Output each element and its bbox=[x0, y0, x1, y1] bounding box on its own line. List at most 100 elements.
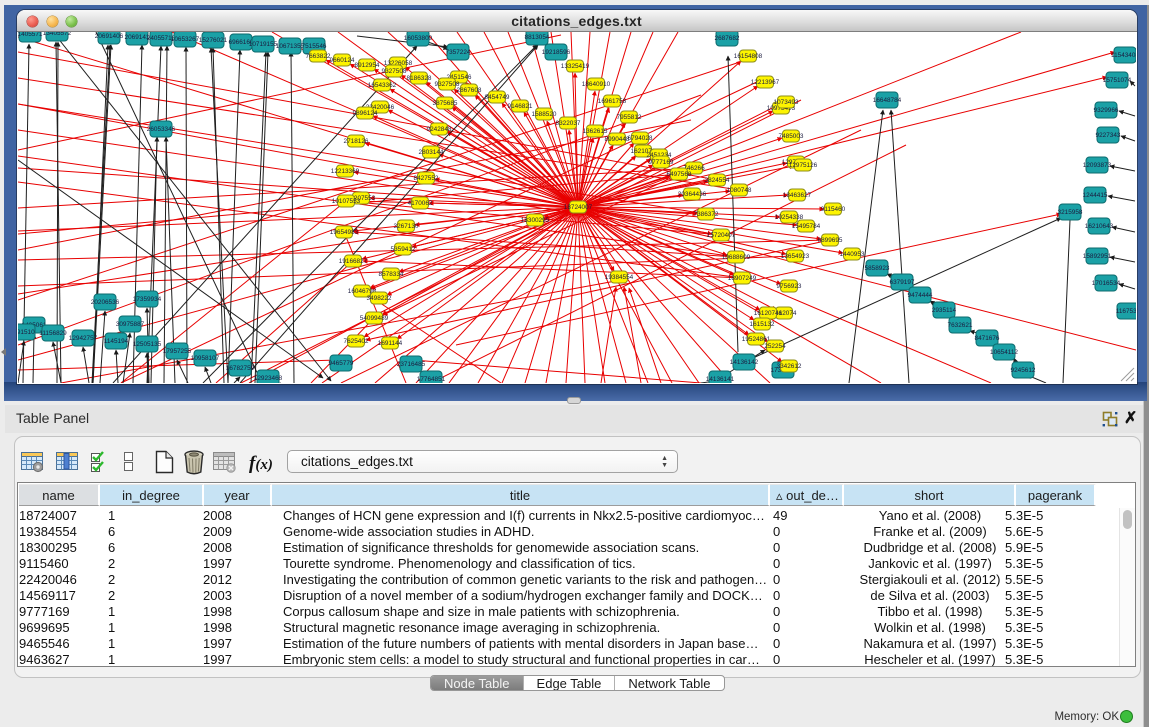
svg-text:1244415: 1244415 bbox=[1082, 192, 1107, 199]
svg-text:3215958: 3215958 bbox=[1057, 209, 1082, 216]
svg-text:6379197: 6379197 bbox=[889, 279, 914, 286]
svg-text:2687682: 2687682 bbox=[714, 35, 739, 42]
svg-text:12093873: 12093873 bbox=[1082, 162, 1111, 169]
svg-text:10107553: 10107553 bbox=[331, 198, 360, 205]
svg-text:9115460: 9115460 bbox=[820, 206, 845, 213]
svg-text:19654983: 19654983 bbox=[329, 229, 358, 236]
svg-text:2867608: 2867608 bbox=[456, 87, 481, 94]
svg-text:14136141: 14136141 bbox=[705, 376, 734, 383]
svg-text:14136142: 14136142 bbox=[729, 359, 758, 366]
svg-text:18463627: 18463627 bbox=[782, 192, 811, 199]
svg-text:17359934: 17359934 bbox=[132, 296, 161, 303]
svg-text:18724007: 18724007 bbox=[563, 204, 592, 211]
svg-text:2803144: 2803144 bbox=[418, 149, 443, 156]
svg-text:11156829: 11156829 bbox=[39, 330, 67, 337]
svg-text:19384554: 19384554 bbox=[604, 274, 633, 281]
svg-text:13654923: 13654923 bbox=[780, 253, 809, 260]
svg-text:23716485: 23716485 bbox=[396, 361, 425, 368]
svg-text:252254: 252254 bbox=[764, 343, 786, 350]
svg-text:9660124: 9660124 bbox=[329, 57, 354, 64]
svg-text:11543408: 11543408 bbox=[1111, 52, 1136, 59]
svg-text:13405572: 13405572 bbox=[42, 32, 71, 37]
svg-text:8912954: 8912954 bbox=[354, 62, 379, 69]
svg-text:9242848: 9242848 bbox=[426, 126, 451, 133]
svg-text:1073493: 1073493 bbox=[773, 99, 798, 106]
svg-text:1080748: 1080748 bbox=[726, 187, 751, 194]
svg-text:3342612: 3342612 bbox=[776, 363, 801, 370]
svg-text:10671355: 10671355 bbox=[275, 43, 304, 50]
svg-text:5359412: 5359412 bbox=[390, 246, 415, 253]
svg-text:12942757: 12942757 bbox=[68, 335, 97, 342]
svg-text:1588520: 1588520 bbox=[531, 111, 556, 118]
svg-text:7357224: 7357224 bbox=[445, 49, 470, 56]
svg-text:7386372: 7386372 bbox=[693, 211, 718, 218]
svg-text:16543362: 16543362 bbox=[367, 82, 396, 89]
svg-text:19166827: 19166827 bbox=[338, 258, 367, 265]
svg-text:9227343: 9227343 bbox=[1095, 132, 1120, 139]
svg-text:18640910: 18640910 bbox=[581, 81, 610, 88]
svg-text:20691406: 20691406 bbox=[94, 33, 123, 40]
svg-text:13325419: 13325419 bbox=[560, 63, 589, 70]
svg-text:12975126: 12975126 bbox=[788, 162, 817, 169]
svg-text:8322037: 8322037 bbox=[555, 120, 580, 127]
svg-text:1167531: 1167531 bbox=[1115, 308, 1135, 315]
svg-text:9245612: 9245612 bbox=[1010, 367, 1035, 374]
svg-text:16782759: 16782759 bbox=[225, 365, 254, 372]
svg-text:16648784: 16648784 bbox=[872, 97, 901, 104]
svg-text:3267130: 3267130 bbox=[393, 223, 418, 230]
svg-text:2935114: 2935114 bbox=[931, 307, 956, 314]
svg-text:18300295: 18300295 bbox=[520, 217, 549, 224]
svg-text:9756923: 9756923 bbox=[776, 283, 801, 290]
svg-text:7663822: 7663822 bbox=[305, 53, 330, 60]
svg-text:16961758: 16961758 bbox=[597, 98, 626, 105]
svg-text:19218596: 19218596 bbox=[541, 49, 570, 56]
svg-text:12505135: 12505135 bbox=[132, 341, 161, 348]
svg-text:3875685: 3875685 bbox=[432, 100, 457, 107]
svg-text:54099489: 54099489 bbox=[359, 315, 388, 322]
svg-text:16120746: 16120746 bbox=[753, 310, 782, 317]
svg-text:7485003: 7485003 bbox=[778, 133, 803, 140]
svg-text:30975887: 30975887 bbox=[115, 321, 144, 328]
svg-text:17764851: 17764851 bbox=[416, 376, 445, 383]
svg-text:391510: 391510 bbox=[18, 329, 35, 336]
svg-text:15751074: 15751074 bbox=[1102, 77, 1131, 84]
svg-text:20206536: 20206536 bbox=[90, 299, 119, 306]
svg-text:9327508: 9327508 bbox=[381, 68, 406, 75]
svg-text:8471676: 8471676 bbox=[974, 335, 999, 342]
svg-text:16154808: 16154808 bbox=[733, 53, 762, 60]
svg-text:4170062: 4170062 bbox=[407, 200, 432, 207]
svg-text:10719155: 10719155 bbox=[248, 41, 277, 48]
svg-text:1440953: 1440953 bbox=[839, 251, 864, 258]
svg-text:9474444: 9474444 bbox=[907, 292, 932, 299]
svg-text:6794028: 6794028 bbox=[627, 135, 652, 142]
svg-text:8454749: 8454749 bbox=[484, 94, 509, 101]
svg-text:9896124: 9896124 bbox=[352, 110, 377, 117]
svg-text:9777169: 9777169 bbox=[648, 159, 673, 166]
svg-text:2718126: 2718126 bbox=[343, 138, 368, 145]
svg-text:10654112: 10654112 bbox=[990, 349, 1018, 356]
svg-text:3824554: 3824554 bbox=[704, 177, 729, 184]
svg-text:7625402: 7625402 bbox=[343, 338, 368, 345]
svg-text:1615132: 1615132 bbox=[749, 321, 774, 328]
svg-text:12213967: 12213967 bbox=[750, 79, 779, 86]
svg-text:15495784: 15495784 bbox=[791, 223, 820, 230]
svg-text:12923468: 12923468 bbox=[253, 375, 282, 382]
svg-text:1691144: 1691144 bbox=[377, 340, 402, 347]
svg-text:10958107: 10958107 bbox=[190, 355, 219, 362]
svg-text:6899695: 6899695 bbox=[817, 237, 842, 244]
svg-text:17016534: 17016534 bbox=[1091, 280, 1120, 287]
svg-text:8186328: 8186328 bbox=[406, 75, 431, 82]
svg-text:15892951: 15892951 bbox=[1082, 253, 1111, 260]
svg-text:15720407: 15720407 bbox=[706, 232, 735, 239]
svg-text:16053809: 16053809 bbox=[403, 35, 432, 42]
svg-text:5858923: 5858923 bbox=[864, 265, 889, 272]
svg-text:9465779: 9465779 bbox=[328, 360, 353, 367]
svg-text:9146821: 9146821 bbox=[507, 103, 532, 110]
svg-text:8578334: 8578334 bbox=[378, 271, 403, 278]
svg-text:1145194: 1145194 bbox=[103, 338, 128, 345]
svg-text:8427552: 8427552 bbox=[413, 175, 438, 182]
svg-text:6497568: 6497568 bbox=[666, 171, 691, 178]
svg-text:8990448: 8990448 bbox=[604, 136, 629, 143]
svg-text:17957255: 17957255 bbox=[162, 348, 191, 355]
svg-text:10653267: 10653267 bbox=[170, 36, 199, 43]
